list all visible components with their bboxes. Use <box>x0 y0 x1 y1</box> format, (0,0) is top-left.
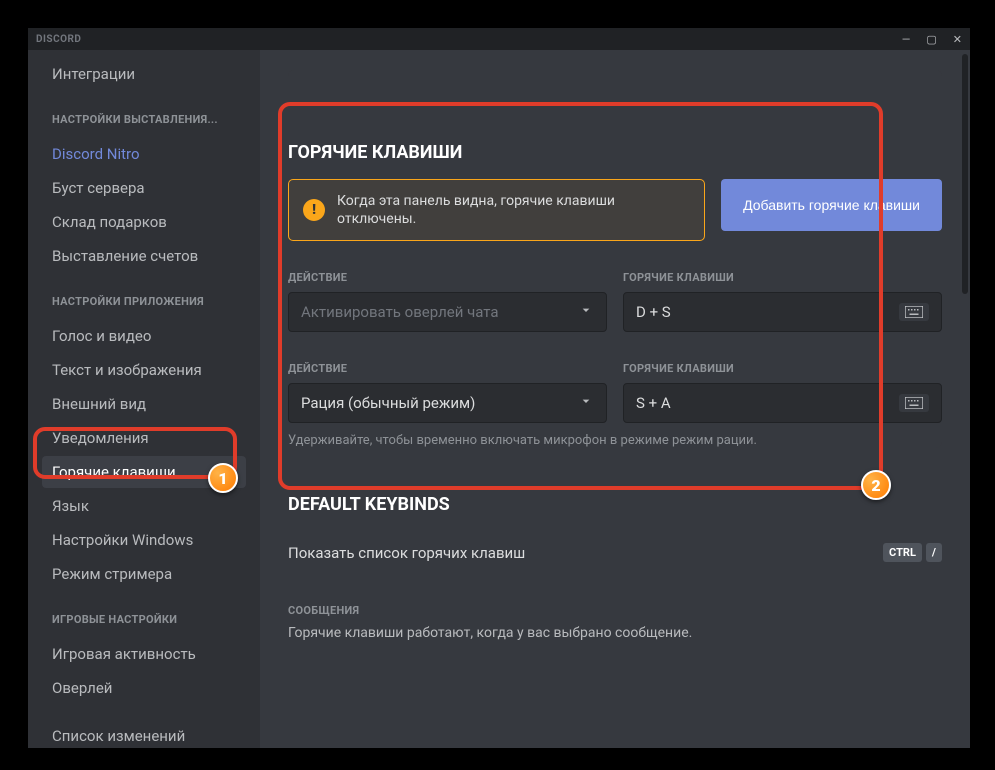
action-label: ДЕЙСТВИЕ <box>288 362 607 375</box>
key-chip: / <box>926 543 942 562</box>
sidebar-item-streamer[interactable]: Режим стримера <box>42 558 246 590</box>
warning-banner: ! Когда эта панель видна, горячие клавиш… <box>288 179 705 241</box>
titlebar: DISCORD — ▢ ✕ <box>28 28 970 50</box>
sidebar-item-gifts[interactable]: Склад подарков <box>42 206 246 238</box>
sidebar-item-keybinds[interactable]: Горячие клавиши <box>42 456 246 488</box>
sidebar-item-changelog[interactable]: Список изменений <box>42 720 246 748</box>
chevron-down-icon <box>578 393 594 413</box>
keyboard-icon <box>899 303 929 321</box>
add-keybind-button[interactable]: Добавить горячие клавиши <box>721 179 942 231</box>
action-select-0-value: Активировать оверлей чата <box>301 303 499 321</box>
keybind-input-0-value: D + S <box>636 303 671 321</box>
keybind-input-0[interactable]: D + S <box>623 292 942 332</box>
maximize-button[interactable]: ▢ <box>926 34 936 45</box>
sidebar-item-text[interactable]: Текст и изображения <box>42 354 246 386</box>
keyboard-icon <box>899 394 929 412</box>
sidebar-item-billing[interactable]: Выставление счетов <box>42 240 246 272</box>
keybind-hint: Удерживайте, чтобы временно включать мик… <box>288 433 942 448</box>
settings-sidebar: Интеграции НАСТРОЙКИ ВЫСТАВЛЕНИЯ... Disc… <box>28 50 260 748</box>
warning-icon: ! <box>303 199 325 221</box>
keybind-row: ДЕЙСТВИЕ Активировать оверлей чата ГОРЯЧ… <box>288 271 942 332</box>
key-chips: CTRL / <box>883 543 942 562</box>
key-chip: CTRL <box>883 543 922 562</box>
app-window: DISCORD — ▢ ✕ Интеграции НАСТРОЙКИ ВЫСТА… <box>28 28 970 748</box>
close-button[interactable]: ✕ <box>953 34 962 45</box>
action-label: ДЕЙСТВИЕ <box>288 271 607 284</box>
sidebar-item-language[interactable]: Язык <box>42 490 246 522</box>
default-keybind-row: Показать список горячих клавиш CTRL / <box>288 543 942 562</box>
sidebar-item-voice[interactable]: Голос и видео <box>42 320 246 352</box>
keybinds-panel: ГОРЯЧИЕ КЛАВИШИ ! Когда эта панель видна… <box>288 70 942 448</box>
action-select-1[interactable]: Рация (обычный режим) <box>288 383 607 423</box>
minimize-button[interactable]: — <box>902 34 911 45</box>
app-body: Интеграции НАСТРОЙКИ ВЫСТАВЛЕНИЯ... Disc… <box>28 50 970 748</box>
sidebar-item-notifications[interactable]: Уведомления <box>42 422 246 454</box>
sidebar-header-billing: НАСТРОЙКИ ВЫСТАВЛЕНИЯ... <box>42 104 246 136</box>
sidebar-item-boost[interactable]: Буст сервера <box>42 172 246 204</box>
app-title: DISCORD <box>36 34 81 45</box>
keybind-label: ГОРЯЧИЕ КЛАВИШИ <box>623 271 942 284</box>
messages-label: СООБЩЕНИЯ <box>288 604 942 617</box>
sidebar-item-windows[interactable]: Настройки Windows <box>42 524 246 556</box>
keybind-input-1-value: S + A <box>636 394 671 412</box>
chevron-down-icon <box>578 302 594 322</box>
window-controls: — ▢ ✕ <box>902 34 962 45</box>
messages-desc: Горячие клавиши работают, когда у вас вы… <box>288 625 942 641</box>
panel-title: ГОРЯЧИЕ КЛАВИШИ <box>288 70 942 163</box>
keybind-input-1[interactable]: S + A <box>623 383 942 423</box>
sidebar-item-integrations[interactable]: Интеграции <box>42 58 246 90</box>
default-keybinds-title: DEFAULT KEYBINDS <box>288 494 942 515</box>
warning-text: Когда эта панель видна, горячие клавиши … <box>337 192 690 228</box>
keybind-label: ГОРЯЧИЕ КЛАВИШИ <box>623 362 942 375</box>
action-select-0[interactable]: Активировать оверлей чата <box>288 292 607 332</box>
settings-content: ESC ГОРЯЧИЕ КЛАВИШИ ! Когда эта панель в… <box>260 50 970 748</box>
keybind-row: ДЕЙСТВИЕ Рация (обычный режим) ГОРЯЧИЕ К… <box>288 362 942 423</box>
sidebar-header-game: ИГРОВЫЕ НАСТРОЙКИ <box>42 604 246 636</box>
sidebar-item-overlay[interactable]: Оверлей <box>42 672 246 704</box>
add-keybind-label: Добавить горячие клавиши <box>743 197 920 213</box>
sidebar-item-nitro[interactable]: Discord Nitro <box>42 138 246 170</box>
sidebar-item-activity[interactable]: Игровая активность <box>42 638 246 670</box>
sidebar-header-app: НАСТРОЙКИ ПРИЛОЖЕНИЯ <box>42 286 246 318</box>
action-select-1-value: Рация (обычный режим) <box>301 394 475 412</box>
show-list-label: Показать список горячих клавиш <box>288 544 525 562</box>
scrollbar-thumb[interactable] <box>962 54 968 294</box>
sidebar-item-appearance[interactable]: Внешний вид <box>42 388 246 420</box>
